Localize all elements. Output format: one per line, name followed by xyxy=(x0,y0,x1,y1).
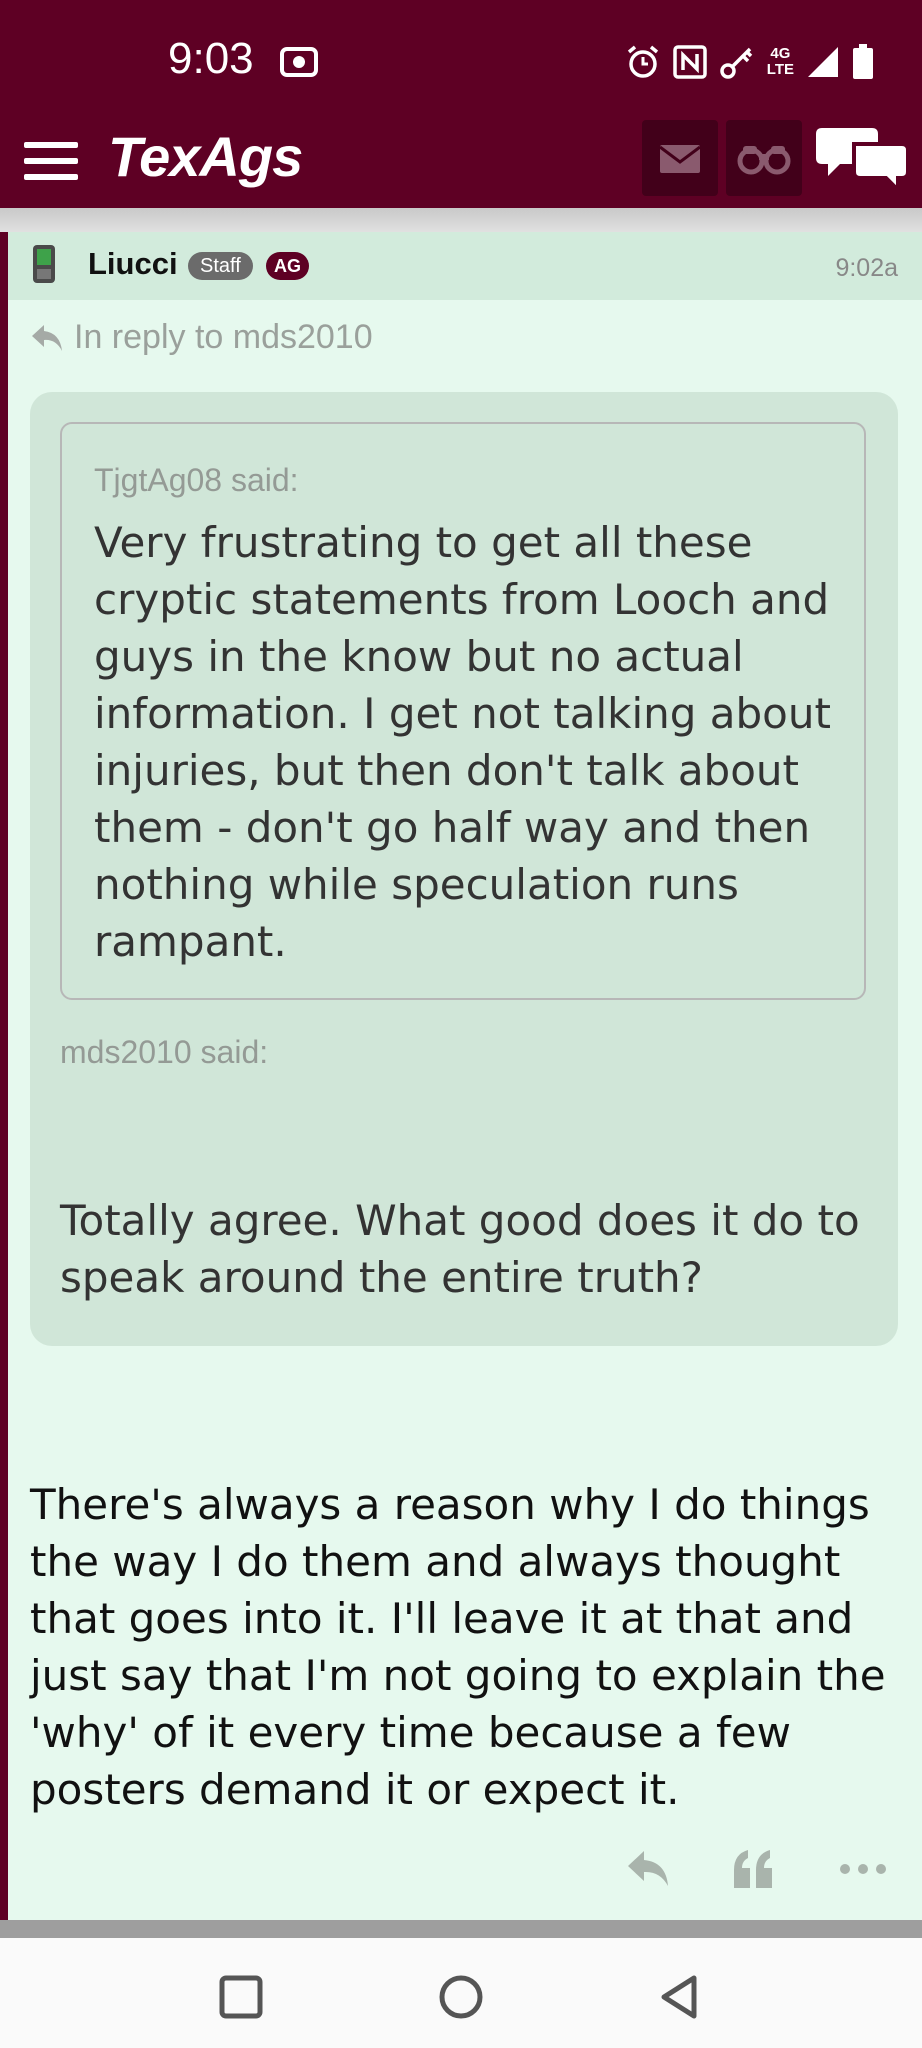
alarm-icon xyxy=(627,45,658,78)
post-username[interactable]: Liucci xyxy=(88,246,178,282)
back-icon[interactable] xyxy=(654,1970,708,2024)
top-nav-bar: TexAgs xyxy=(0,120,922,208)
camera-icon xyxy=(280,47,318,77)
nested-quote-author: TjgtAg08 said: xyxy=(94,462,299,498)
more-icon[interactable] xyxy=(838,1854,888,1884)
mobile-phone-icon xyxy=(33,245,55,283)
nested-quote-block: TjgtAg08 said: Very frustrating to get a… xyxy=(60,422,866,1000)
reply-icon[interactable] xyxy=(626,1848,670,1888)
quote-text: Totally agree. What good does it do to s… xyxy=(60,1196,860,1302)
chat-bubbles-icon xyxy=(816,128,910,195)
network-type: 4G LTE xyxy=(766,45,794,78)
post-body: There's always a reason why I do things … xyxy=(30,1480,886,1814)
mail-button[interactable] xyxy=(642,120,718,196)
bottom-divider xyxy=(0,1920,922,1938)
reply-arrow-icon xyxy=(32,324,62,351)
forum-post: Liucci Staff AG 9:02a In reply to mds201… xyxy=(0,232,922,1920)
nested-quote-text: Very frustrating to get all these crypti… xyxy=(94,518,831,966)
vpn-key-icon xyxy=(720,47,753,79)
status-time: 9:03 xyxy=(168,34,254,83)
home-icon[interactable] xyxy=(434,1970,488,2024)
status-bar: 9:03 4G LTE xyxy=(0,0,922,120)
status-icons: 4G LTE xyxy=(625,38,874,86)
texags-logo[interactable]: TexAgs xyxy=(108,124,303,189)
in-reply-to-link[interactable]: In reply to mds2010 xyxy=(30,318,373,357)
ag-badge: AG xyxy=(266,252,309,280)
menu-icon[interactable] xyxy=(22,132,80,190)
signal-icon xyxy=(808,47,838,77)
staff-badge: Staff xyxy=(188,252,253,280)
post-header: Liucci Staff AG 9:02a xyxy=(8,232,922,300)
chat-button[interactable] xyxy=(814,120,914,196)
battery-icon xyxy=(853,44,873,79)
quote-block: TjgtAg08 said: Very frustrating to get a… xyxy=(30,392,898,1346)
recents-icon[interactable] xyxy=(214,1970,268,2024)
nav-shadow xyxy=(0,208,922,234)
binoculars-icon xyxy=(737,146,791,175)
quote-icon[interactable] xyxy=(730,1846,776,1890)
system-nav-bar xyxy=(0,1938,922,2048)
reply-to-text: In reply to mds2010 xyxy=(74,318,373,356)
nfc-icon xyxy=(673,45,707,79)
post-timestamp: 9:02a xyxy=(835,254,898,282)
mail-icon xyxy=(659,145,701,173)
binoculars-button[interactable] xyxy=(726,120,802,196)
quote-author: mds2010 said: xyxy=(60,1034,269,1070)
